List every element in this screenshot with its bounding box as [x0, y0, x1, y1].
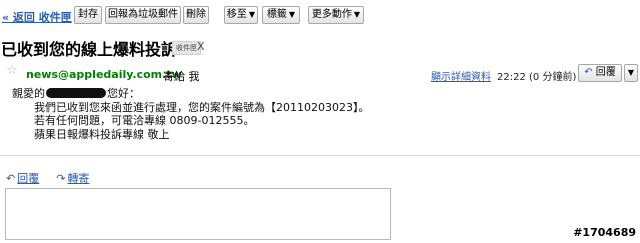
delete-label: 刪除 [186, 9, 206, 20]
greeting-prefix: 親愛的 [12, 87, 45, 100]
body-line-case-number: 我們已收到您來函並進行處理，您的案件編號為【20110203023】。 [34, 100, 370, 114]
quick-reply-box[interactable] [5, 188, 391, 240]
body-line-contact: 若有任何問題，可電洽專線 0809-012555。 [34, 114, 255, 127]
redacted-name [46, 88, 106, 98]
remove-label-icon[interactable]: X [197, 40, 205, 53]
move-to-dropdown[interactable]: 移至 ▼ [224, 6, 258, 24]
chevron-down-icon: ▼ [353, 10, 361, 19]
archive-label: 封存 [78, 9, 98, 20]
star-icon[interactable]: ☆ [6, 63, 18, 78]
show-details-link[interactable]: 顯示詳細資料 [431, 68, 491, 83]
back-to-inbox-link[interactable]: « 返回 收件匣 [2, 9, 72, 25]
more-actions-dropdown[interactable]: 更多動作 ▼ [308, 6, 364, 24]
delete-button[interactable]: 刪除 [183, 6, 209, 24]
image-watermark: #1704689 [573, 226, 636, 239]
greeting-line: 親愛的 您好： [12, 87, 369, 101]
chevron-down-icon: ▼ [248, 10, 256, 19]
more-actions-label: 更多動作 [311, 9, 352, 20]
report-spam-label: 回報為垃圾郵件 [108, 9, 178, 20]
chevron-down-icon: ▼ [627, 68, 635, 77]
toolbar: « 返回 收件匣 封存 回報為垃圾郵件 刪除 移至 ▼ 標籤 ▼ 更多動作 ▼ [0, 0, 640, 30]
recipient-text: 寄給 我 [163, 70, 200, 83]
chevron-down-icon: ▼ [288, 10, 296, 19]
sender-email[interactable]: news@appledaily.com.tw [26, 68, 182, 81]
forward-arrow-icon: ↷ [56, 172, 66, 185]
message-more-button[interactable]: ▼ [624, 64, 638, 82]
message-divider [0, 155, 640, 156]
reply-arrow-icon: ↶ [584, 67, 593, 78]
greeting-suffix: 您好： [107, 87, 140, 100]
reply-button-label: 回覆 [595, 67, 616, 78]
reply-link[interactable]: 回覆 [17, 172, 39, 185]
message-datetime: 22:22 (0 分鐘前) [497, 72, 577, 83]
reply-button[interactable]: ↶ 回覆 [578, 64, 622, 82]
message-body: 親愛的 您好： 我們已收到您來函並進行處理，您的案件編號為【20110203023… [12, 87, 369, 141]
reply-arrow-icon: ↶ [6, 172, 16, 185]
labels-dropdown[interactable]: 標籤 ▼ [262, 6, 300, 24]
archive-button[interactable]: 封存 [74, 6, 102, 24]
reply-forward-row: ↶ 回覆 ↷ 轉寄 [6, 170, 89, 186]
labels-label: 標籤 [266, 9, 287, 20]
move-to-label: 移至 [226, 9, 247, 20]
forward-link[interactable]: 轉寄 [67, 172, 89, 185]
report-spam-button[interactable]: 回報為垃圾郵件 [105, 6, 181, 24]
body-line-signature: 蘋果日報爆料投訴專線 敬上 [34, 127, 170, 141]
email-subject: 已收到您的線上爆料投訴 [1, 40, 178, 59]
